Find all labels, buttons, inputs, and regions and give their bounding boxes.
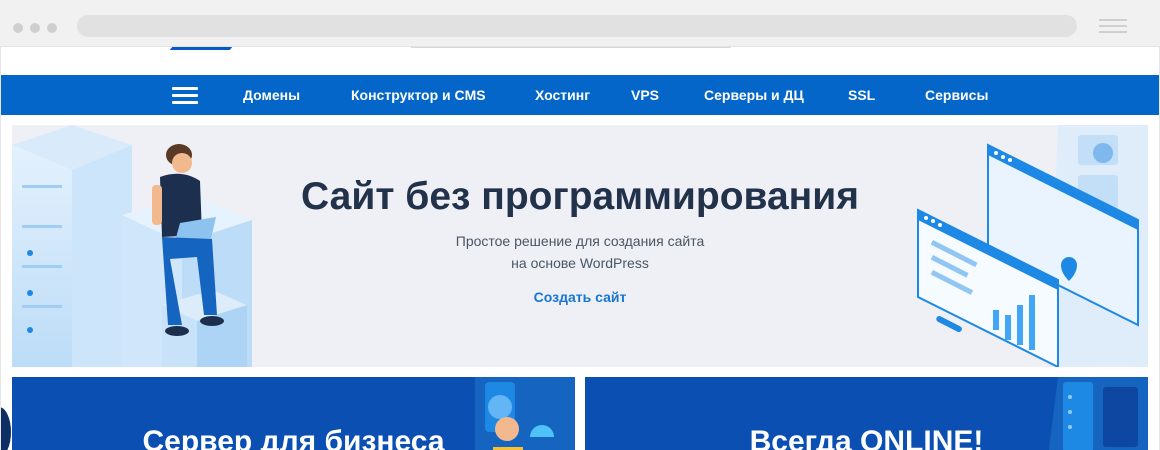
- nav-item-servers-dc[interactable]: Серверы и ДЦ: [704, 87, 804, 103]
- card-title: Всегда ONLINE!: [749, 425, 984, 450]
- card-title: Сервер для бизнеса: [142, 425, 445, 450]
- browser-menu-icon[interactable]: [1099, 19, 1127, 35]
- page-viewport: Домены Конструктор и CMS Хостинг VPS Сер…: [0, 47, 1160, 450]
- window-dot-icon: [47, 23, 57, 33]
- browser-chrome: [0, 0, 1160, 47]
- nav-item-vps[interactable]: VPS: [631, 87, 659, 103]
- promo-card-always-online[interactable]: Всегда ONLINE!: [585, 377, 1148, 450]
- nav-item-hosting[interactable]: Хостинг: [535, 87, 590, 103]
- window-dot-icon: [13, 23, 23, 33]
- side-widget-edge[interactable]: [1, 407, 11, 450]
- hero-illustration-right: [917, 125, 1148, 367]
- search-bar-edge: [411, 47, 731, 48]
- window-dot-icon: [30, 23, 40, 33]
- promo-card-business-server[interactable]: Сервер для бизнеса: [12, 377, 575, 450]
- nav-item-domains[interactable]: Домены: [243, 87, 300, 103]
- hamburger-menu-icon[interactable]: [172, 87, 198, 104]
- main-nav: Домены Конструктор и CMS Хостинг VPS Сер…: [1, 75, 1159, 115]
- logo[interactable]: [169, 47, 233, 50]
- nav-item-services[interactable]: Сервисы: [925, 87, 988, 103]
- hero-banner[interactable]: Сайт без программирования Простое решени…: [12, 125, 1148, 367]
- nav-item-constructor-cms[interactable]: Конструктор и CMS: [351, 87, 486, 103]
- address-bar[interactable]: [77, 15, 1077, 37]
- nav-item-ssl[interactable]: SSL: [848, 87, 875, 103]
